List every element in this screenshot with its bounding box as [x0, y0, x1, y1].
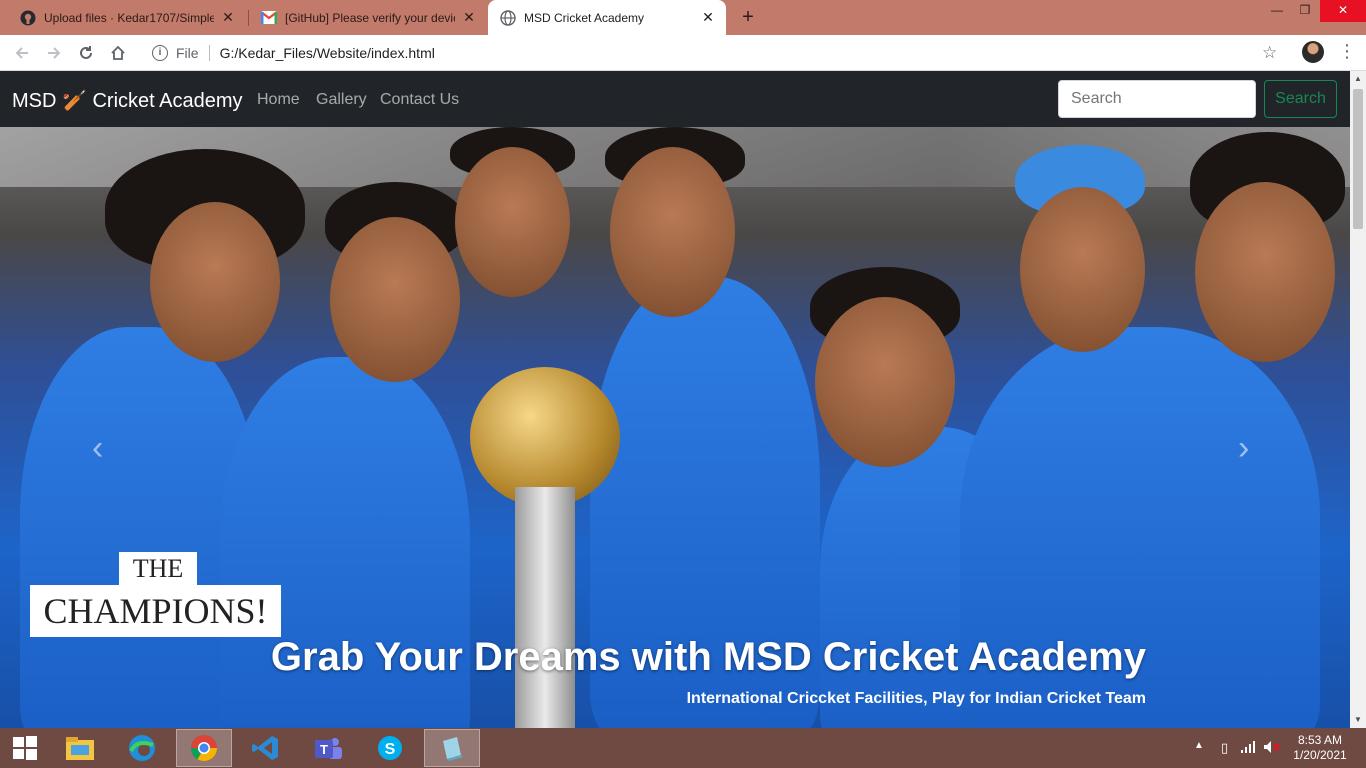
carousel-next-icon[interactable]: ›: [1238, 429, 1249, 468]
edge-icon[interactable]: [114, 729, 170, 767]
svg-text:S: S: [385, 741, 396, 758]
page-scrollbar[interactable]: ▲ ▼: [1350, 71, 1366, 728]
battery-icon[interactable]: ▯: [1221, 740, 1228, 756]
forward-icon[interactable]: [42, 41, 66, 65]
search-input[interactable]: [1058, 80, 1256, 118]
hero-subtitle: International Criccket Facilities, Play …: [686, 690, 1146, 707]
show-hidden-icons-icon[interactable]: ▲: [1194, 740, 1204, 751]
carousel-prev-icon[interactable]: ‹: [92, 429, 103, 468]
image-text-the: THE: [119, 552, 197, 586]
site-navbar: MSD 🏏 Cricket Academy Home Gallery Conta…: [0, 71, 1350, 127]
nav-link-gallery[interactable]: Gallery: [316, 91, 367, 109]
close-icon[interactable]: ✕: [220, 9, 236, 26]
window-close-icon[interactable]: ✕: [1320, 0, 1366, 22]
hero-figure: [330, 217, 460, 382]
system-clock[interactable]: 8:53 AM 1/20/2021: [1285, 733, 1355, 763]
windows-start-icon[interactable]: [0, 729, 50, 767]
reload-icon[interactable]: [74, 41, 98, 65]
tab-title: MSD Cricket Academy: [524, 10, 645, 25]
tab-title: Upload files · Kedar1707/Simple-: [44, 10, 214, 25]
search-button[interactable]: Search: [1264, 80, 1337, 118]
hero-carousel: THE CHAMPIONS! ‹ › Grab Your Dreams with…: [0, 127, 1350, 728]
info-icon[interactable]: i: [152, 45, 168, 61]
teams-icon[interactable]: T: [300, 729, 356, 767]
trophy-image: [470, 367, 620, 507]
home-icon[interactable]: [106, 41, 130, 65]
new-tab-button[interactable]: +: [737, 6, 759, 28]
hero-figure: [150, 202, 280, 362]
nav-link-contact-us[interactable]: Contact Us: [380, 91, 459, 109]
site-brand[interactable]: MSD 🏏 Cricket Academy: [12, 88, 243, 113]
clock-time: 8:53 AM: [1297, 733, 1343, 747]
image-text-champions: CHAMPIONS!: [30, 585, 281, 637]
tab-msd-cricket-academy[interactable]: MSD Cricket Academy ✕: [488, 0, 726, 35]
address-bar[interactable]: i File G:/Kedar_Files/Website/index.html: [140, 39, 1290, 67]
tab-title: [GitHub] Please verify your device: [285, 10, 455, 25]
tab-github-verify[interactable]: [GitHub] Please verify your device ✕: [249, 0, 487, 35]
chrome-icon[interactable]: [176, 729, 232, 767]
scroll-down-icon[interactable]: ▼: [1350, 712, 1366, 728]
vscode-icon[interactable]: [238, 729, 294, 767]
divider: [208, 45, 210, 61]
profile-avatar[interactable]: [1302, 41, 1324, 63]
hero-figure: [610, 147, 735, 317]
bookmark-star-icon[interactable]: ☆: [1262, 43, 1277, 63]
svg-text:T: T: [320, 742, 328, 757]
browser-toolbar: i File G:/Kedar_Files/Website/index.html…: [0, 35, 1366, 71]
minimize-icon[interactable]: —: [1262, 0, 1292, 22]
volume-muted-icon[interactable]: [1263, 740, 1281, 757]
scrollbar-thumb[interactable]: [1353, 89, 1363, 229]
windows-taskbar: T S ▲ ▯ 8:53 AM 1/20/2021: [0, 728, 1366, 768]
gmail-icon: [261, 10, 277, 26]
hero-title: Grab Your Dreams with MSD Cricket Academ…: [270, 635, 1146, 679]
scheme-label: File: [176, 45, 199, 61]
close-icon[interactable]: ✕: [461, 9, 477, 26]
maximize-icon[interactable]: ❐: [1290, 0, 1320, 22]
clock-date: 1/20/2021: [1293, 748, 1347, 762]
nav-link-home[interactable]: Home: [257, 91, 300, 109]
globe-icon: [500, 9, 516, 26]
network-icon[interactable]: [1240, 740, 1256, 757]
url-text: G:/Kedar_Files/Website/index.html: [219, 45, 435, 61]
hero-figure: [455, 147, 570, 297]
hero-figure: [1020, 187, 1145, 352]
notepad-icon[interactable]: [424, 729, 480, 767]
hero-figure: [1195, 182, 1335, 362]
close-icon[interactable]: ✕: [700, 9, 716, 26]
browser-tabstrip: Upload files · Kedar1707/Simple- ✕ [GitH…: [0, 0, 1366, 35]
web-page: MSD 🏏 Cricket Academy Home Gallery Conta…: [0, 71, 1350, 728]
scroll-up-icon[interactable]: ▲: [1350, 71, 1366, 87]
hero-figure: [815, 297, 955, 467]
skype-icon[interactable]: S: [362, 729, 418, 767]
github-icon: [20, 10, 36, 26]
browser-menu-icon[interactable]: ⋮: [1338, 42, 1356, 60]
file-explorer-icon[interactable]: [52, 729, 108, 767]
tab-upload-files[interactable]: Upload files · Kedar1707/Simple- ✕: [8, 0, 246, 35]
back-icon[interactable]: [10, 41, 34, 65]
